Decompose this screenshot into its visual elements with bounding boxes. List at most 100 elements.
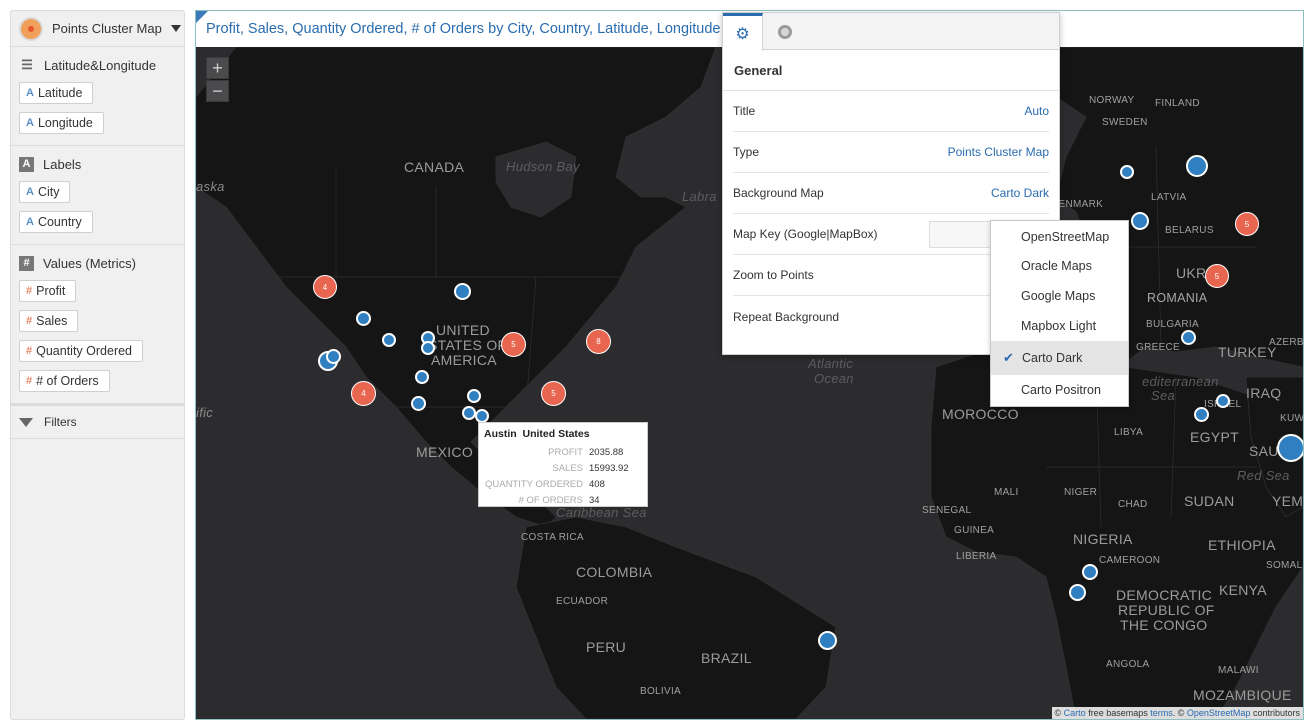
cluster-marker[interactable]: 4 bbox=[313, 275, 337, 299]
section-title: Values (Metrics) bbox=[43, 255, 136, 271]
map-label: GREECE bbox=[1136, 342, 1181, 353]
map-label: KENYA bbox=[1219, 582, 1267, 598]
map-label: IRAQ bbox=[1246, 385, 1282, 401]
map-label: ROMANIA bbox=[1147, 291, 1208, 305]
field-pill-quantity-ordered[interactable]: # Quantity Ordered bbox=[19, 340, 144, 362]
menu-item-mapbox-light[interactable]: Mapbox Light bbox=[991, 311, 1128, 341]
map-point[interactable] bbox=[326, 349, 341, 364]
cluster-marker[interactable]: 5 bbox=[541, 381, 566, 406]
field-pill-latitude[interactable]: A Latitude bbox=[19, 82, 94, 104]
map-point[interactable] bbox=[1277, 434, 1303, 462]
map-point[interactable] bbox=[415, 370, 429, 384]
tab-general[interactable]: ⚙ bbox=[723, 13, 763, 51]
prop-label: Background Map bbox=[733, 186, 824, 200]
prop-value-title[interactable]: Auto bbox=[1024, 104, 1049, 118]
field-pill-profit[interactable]: # Profit bbox=[19, 280, 77, 302]
map-label: NORWAY bbox=[1089, 95, 1135, 106]
cluster-marker[interactable]: 8 bbox=[586, 329, 611, 354]
viz-title[interactable]: Profit, Sales, Quantity Ordered, # of Or… bbox=[206, 21, 720, 37]
filter-icon bbox=[19, 417, 33, 427]
tooltip-key: SALES bbox=[552, 462, 583, 474]
field-pill-orders[interactable]: # # of Orders bbox=[19, 370, 110, 392]
pill-label: Country bbox=[37, 215, 82, 229]
field-pill-country[interactable]: A Country bbox=[19, 211, 93, 233]
filters-section[interactable]: Filters bbox=[11, 403, 184, 439]
map-point[interactable] bbox=[1069, 584, 1086, 601]
menu-item-carto-dark[interactable]: ✔ Carto Dark bbox=[991, 341, 1128, 375]
map-label: SENEGAL bbox=[922, 505, 972, 516]
field-pill-longitude[interactable]: A Longitude bbox=[19, 112, 104, 134]
gears-icon: ⚙ bbox=[735, 25, 750, 43]
caret-down-icon[interactable] bbox=[170, 25, 181, 32]
pill-label: Profit bbox=[36, 284, 66, 298]
map-label: STATES OF bbox=[428, 337, 507, 353]
map-label: MALI bbox=[994, 487, 1019, 498]
map-label: Hudson Bay bbox=[506, 159, 580, 174]
pill-label: City bbox=[37, 185, 60, 199]
map-point[interactable] bbox=[1131, 212, 1149, 230]
map-label: ECUADOR bbox=[556, 596, 609, 607]
field-pill-sales[interactable]: # Sales bbox=[19, 310, 79, 332]
grid-icon: ☰ bbox=[21, 57, 33, 72]
map-point[interactable] bbox=[1181, 330, 1196, 345]
osm-link[interactable]: OpenStreetMap bbox=[1187, 708, 1251, 718]
map-point[interactable] bbox=[411, 396, 426, 411]
map-point[interactable] bbox=[1186, 155, 1208, 177]
tooltip-row: SALES 15993.92 bbox=[484, 460, 642, 476]
carto-link[interactable]: Carto bbox=[1064, 708, 1086, 718]
map-point[interactable] bbox=[356, 311, 371, 326]
cluster-marker[interactable]: 5 bbox=[1205, 264, 1229, 288]
map-point[interactable] bbox=[1194, 407, 1209, 422]
map-label: Ocean bbox=[814, 371, 854, 386]
map-point[interactable] bbox=[1216, 394, 1230, 408]
tooltip-value: 34 bbox=[589, 494, 600, 506]
map-label: Sea bbox=[1151, 388, 1176, 403]
tooltip-row: # OF ORDERS 34 bbox=[484, 492, 642, 508]
map-point[interactable] bbox=[1120, 165, 1134, 179]
prop-value-background[interactable]: Carto Dark bbox=[991, 186, 1049, 200]
menu-item-openstreetmap[interactable]: OpenStreetMap bbox=[991, 221, 1128, 251]
menu-item-oracle-maps[interactable]: Oracle Maps bbox=[991, 251, 1128, 281]
menu-item-google-maps[interactable]: Google Maps bbox=[991, 281, 1128, 311]
map-label: LIBERIA bbox=[956, 551, 997, 562]
map-label: DEMOCRATIC bbox=[1116, 587, 1213, 603]
field-pill-city[interactable]: A City bbox=[19, 181, 71, 203]
map-label: ific bbox=[196, 405, 214, 420]
zoom-out-button[interactable]: − bbox=[206, 80, 229, 102]
cluster-marker[interactable]: 5 bbox=[1235, 212, 1259, 236]
label-icon: A bbox=[19, 156, 34, 172]
viz-type-selector[interactable]: Points Cluster Map bbox=[11, 11, 184, 47]
map-label: MALAWI bbox=[1218, 665, 1259, 676]
map-label: CAMEROON bbox=[1099, 555, 1161, 566]
map-label: Atlantic bbox=[808, 356, 854, 371]
prop-value-type[interactable]: Points Cluster Map bbox=[948, 145, 1049, 159]
map-point[interactable] bbox=[475, 409, 489, 423]
map-point[interactable] bbox=[382, 333, 396, 347]
map-point[interactable] bbox=[454, 283, 471, 300]
map-label: COLOMBIA bbox=[576, 564, 653, 580]
map-point[interactable] bbox=[421, 341, 435, 355]
map-point[interactable] bbox=[818, 631, 837, 650]
map-label: AZERBA bbox=[1269, 337, 1303, 348]
menu-item-carto-positron[interactable]: Carto Positron bbox=[991, 375, 1128, 405]
metric-icon: # bbox=[26, 345, 33, 357]
tooltip-key: # OF ORDERS bbox=[518, 494, 583, 506]
terms-link[interactable]: terms bbox=[1150, 708, 1173, 718]
map-label: BRAZIL bbox=[701, 650, 752, 666]
filters-label: Filters bbox=[44, 415, 77, 429]
prop-label: Title bbox=[733, 104, 756, 118]
section-latlong: ☰ Latitude&Longitude A Latitude A Longitud… bbox=[11, 47, 184, 146]
map-point[interactable] bbox=[462, 406, 476, 420]
tab-style[interactable] bbox=[765, 13, 805, 51]
cluster-marker[interactable]: 5 bbox=[501, 332, 526, 357]
pill-label: Sales bbox=[36, 314, 68, 328]
background-map-menu: OpenStreetMap Oracle Maps Google Maps Ma… bbox=[990, 220, 1129, 407]
map-label: NIGERIA bbox=[1073, 531, 1133, 547]
data-panel: Points Cluster Map ☰ Latitude&Longitude … bbox=[10, 10, 185, 720]
cluster-marker[interactable]: 4 bbox=[351, 381, 376, 406]
map-point[interactable] bbox=[467, 389, 481, 403]
zoom-in-button[interactable]: + bbox=[206, 57, 229, 79]
pill-label: Quantity Ordered bbox=[36, 344, 133, 358]
map-point[interactable] bbox=[1082, 564, 1098, 580]
map-label: ANGOLA bbox=[1106, 659, 1150, 670]
